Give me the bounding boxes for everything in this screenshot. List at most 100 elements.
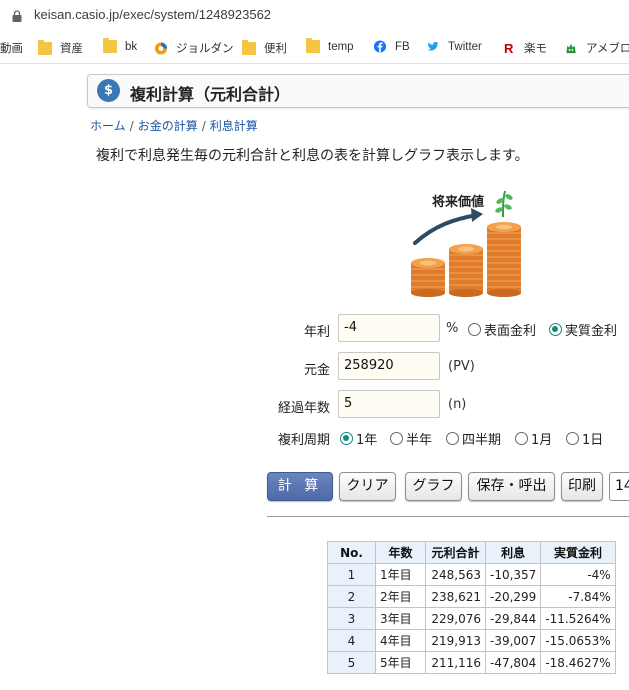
- radio-period-quarter-dot[interactable]: [446, 432, 459, 445]
- cell-no: 5: [327, 651, 376, 674]
- bookmark-label: bk: [125, 40, 138, 53]
- cell-interest: -20,299: [484, 585, 542, 608]
- radio-period-month[interactable]: 1月: [515, 429, 552, 448]
- url-text[interactable]: keisan.casio.jp/exec/system/1248923562: [34, 7, 271, 22]
- rate-input[interactable]: -4: [338, 314, 440, 342]
- bookmark-label: ジョルダン: [176, 43, 234, 55]
- radio-nominal-rate[interactable]: 表面金利: [468, 320, 536, 339]
- table-row: 2 2年目 238,621 -20,299 -7.84%: [327, 585, 616, 608]
- folder-icon: [306, 38, 320, 53]
- bookmark-label: 楽モ: [524, 43, 547, 55]
- bookmark-label: 便利: [264, 43, 287, 55]
- bookmarks-bar: 動画 資産 bk ジョルダン 便利 temp FB Twitter R 楽モ ア…: [0, 33, 629, 64]
- bookmark-fb[interactable]: FB: [373, 40, 410, 53]
- principal-input[interactable]: 258920: [338, 352, 440, 380]
- header-total: 元利合計: [425, 541, 486, 564]
- results-table: No. 年数 元利合計 利息 実質金利 1 1年目 248,563 -10,35…: [327, 541, 616, 674]
- digits-select[interactable]: 14: [609, 472, 629, 501]
- breadcrumb-separator: /: [129, 119, 134, 133]
- clear-button[interactable]: クリア: [339, 472, 396, 501]
- header-effective-rate: 実質金利: [540, 541, 616, 564]
- rate-unit: %: [446, 321, 459, 336]
- bookmark-shisan[interactable]: 資産: [38, 39, 83, 56]
- breadcrumb-separator: /: [201, 119, 206, 133]
- table-row: 1 1年目 248,563 -10,357 -4%: [327, 563, 616, 586]
- cell-interest: -29,844: [484, 607, 542, 630]
- twitter-icon: [427, 41, 439, 51]
- bookmark-temp[interactable]: temp: [306, 38, 354, 53]
- bookmark-jorudan[interactable]: ジョルダン: [154, 40, 234, 56]
- address-bar[interactable]: keisan.casio.jp/exec/system/1248923562: [0, 0, 629, 32]
- graph-button[interactable]: グラフ: [405, 472, 462, 501]
- cell-total: 229,076: [425, 607, 486, 630]
- bookmark-label: FB: [395, 40, 410, 53]
- radio-period-quarter[interactable]: 四半期: [446, 429, 501, 448]
- bookmark-label: 動画: [0, 43, 23, 55]
- save-load-button[interactable]: 保存・呼出: [468, 472, 555, 501]
- rakuten-icon: R: [504, 40, 514, 56]
- radio-nominal-dot[interactable]: [468, 323, 481, 336]
- bookmark-label: temp: [328, 40, 354, 53]
- cell-interest: -39,007: [484, 629, 542, 652]
- cell-no: 3: [327, 607, 376, 630]
- page-title: 複利計算（元利合計）: [130, 85, 291, 104]
- print-button[interactable]: 印刷: [561, 472, 603, 501]
- money-bag-icon: $: [97, 79, 120, 102]
- radio-label: 実質金利: [565, 324, 618, 339]
- lock-icon: [12, 10, 22, 22]
- bookmark-bk[interactable]: bk: [103, 38, 138, 53]
- radio-period-year[interactable]: 1年: [340, 429, 377, 448]
- radio-period-year-dot[interactable]: [340, 432, 353, 445]
- cell-total: 211,116: [425, 651, 486, 674]
- cell-no: 1: [327, 563, 376, 586]
- cell-years: 3年目: [375, 607, 426, 630]
- radio-label: 1年: [356, 433, 378, 448]
- breadcrumb-interest[interactable]: 利息計算: [210, 119, 258, 133]
- folder-icon: [242, 39, 256, 55]
- table-row: 5 5年目 211,116 -47,804 -18.4627%: [327, 651, 616, 674]
- radio-effective-rate[interactable]: 実質金利: [549, 320, 617, 339]
- radio-period-half-dot[interactable]: [390, 432, 403, 445]
- years-input[interactable]: 5: [338, 390, 440, 418]
- bookmark-twitter[interactable]: Twitter: [426, 40, 482, 53]
- cell-years: 2年目: [375, 585, 426, 608]
- page-description: 複利で利息発生毎の元利合計と利息の表を計算しグラフ表示します。: [96, 148, 529, 164]
- radio-effective-dot[interactable]: [549, 323, 562, 336]
- future-value-illustration: 将来価値: [405, 185, 535, 297]
- bookmark-ameblo[interactable]: アメブロ: [564, 40, 629, 56]
- cell-rate: -7.84%: [540, 585, 616, 608]
- bookmark-label: 資産: [60, 43, 83, 55]
- cell-rate: -11.5264%: [540, 607, 616, 630]
- cell-rate: -15.0653%: [540, 629, 616, 652]
- cell-interest: -10,357: [484, 563, 542, 586]
- breadcrumb-money[interactable]: お金の計算: [138, 119, 198, 133]
- cell-interest: -47,804: [484, 651, 542, 674]
- cell-years: 1年目: [375, 563, 426, 586]
- bookmark-douga[interactable]: 動画: [0, 40, 23, 56]
- breadcrumb-home[interactable]: ホーム: [90, 119, 126, 133]
- calculate-button[interactable]: 計 算: [267, 472, 333, 501]
- cell-rate: -4%: [540, 563, 616, 586]
- bookmark-benri[interactable]: 便利: [242, 39, 287, 56]
- bookmark-label: Twitter: [448, 40, 482, 53]
- folder-icon: [103, 38, 117, 53]
- principal-label: 元金: [303, 363, 330, 378]
- cell-no: 4: [327, 629, 376, 652]
- cell-rate: -18.4627%: [540, 651, 616, 674]
- bookmark-rakumo[interactable]: R 楽モ: [504, 40, 547, 56]
- page-title-box: $ 複利計算（元利合計）: [87, 74, 629, 108]
- radio-period-month-dot[interactable]: [515, 432, 528, 445]
- radio-period-day-dot[interactable]: [566, 432, 579, 445]
- header-years: 年数: [375, 541, 426, 564]
- illustration-label: 将来価値: [432, 195, 485, 210]
- radio-period-half[interactable]: 半年: [390, 429, 432, 448]
- cell-years: 5年目: [375, 651, 426, 674]
- jorudan-icon: [154, 41, 168, 55]
- radio-label: 1日: [582, 433, 604, 448]
- header-interest: 利息: [484, 541, 542, 564]
- cell-total: 238,621: [425, 585, 486, 608]
- table-row: 3 3年目 229,076 -29,844 -11.5264%: [327, 607, 616, 630]
- radio-period-day[interactable]: 1日: [566, 429, 603, 448]
- principal-unit: (PV): [448, 359, 475, 374]
- years-unit: (n): [448, 397, 467, 412]
